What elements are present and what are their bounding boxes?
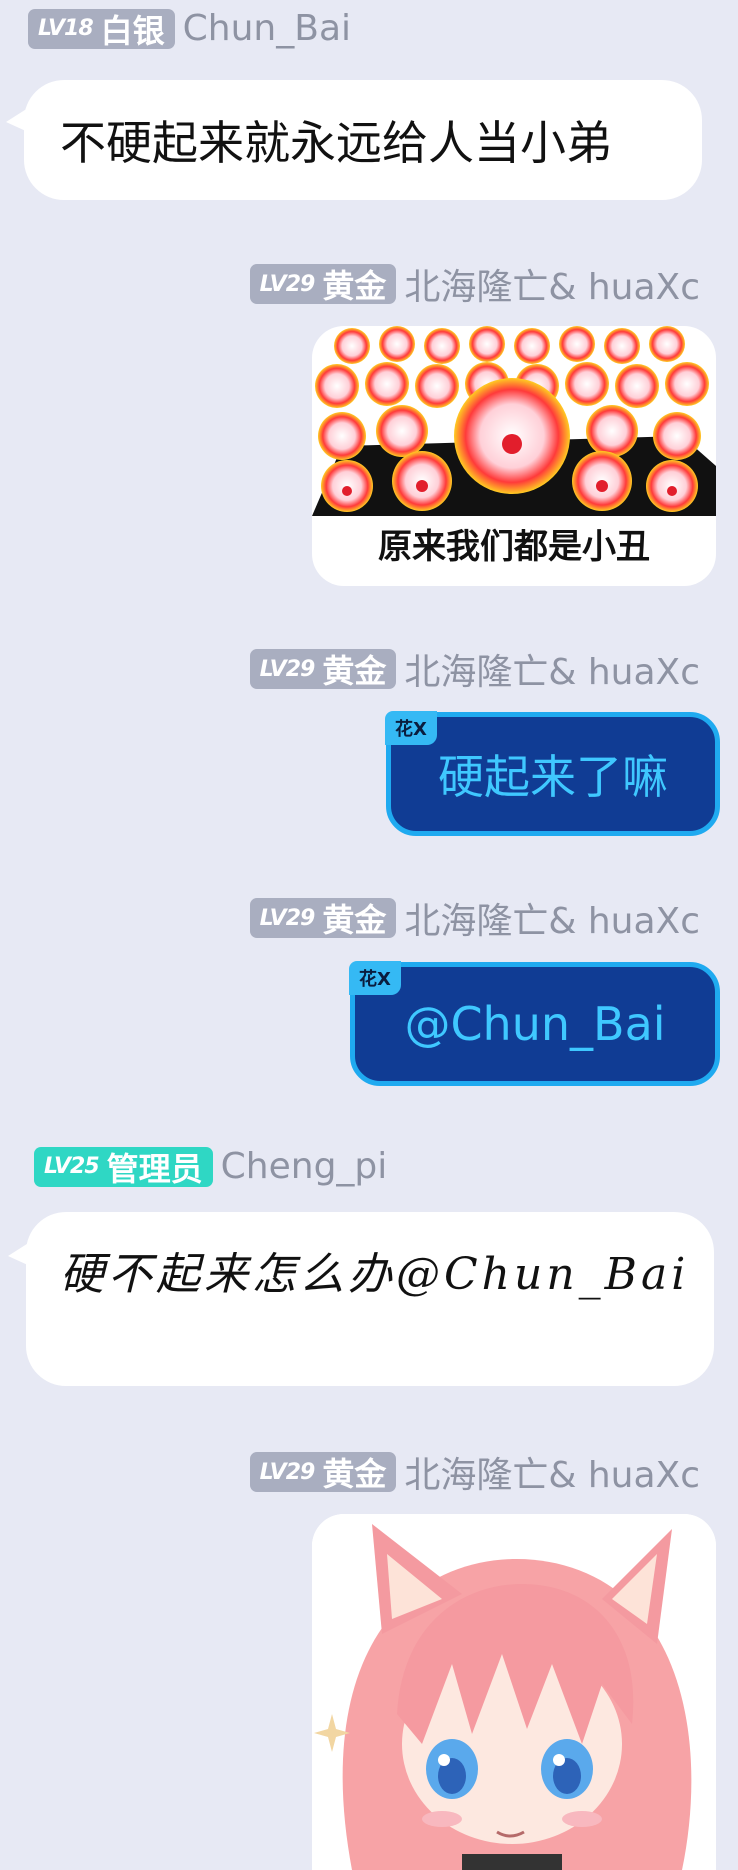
anime-girl-illustration — [312, 1514, 716, 1870]
message-header: LV29 黄金 北海隆亡& huaXc — [249, 643, 700, 695]
bubble-tail — [6, 108, 28, 132]
clown-sticker[interactable]: 原来我们都是小丑 — [312, 326, 716, 586]
message-bubble-blue[interactable]: 花X 硬起来了嘛 — [385, 711, 720, 836]
level-badge: LV18 白银 — [28, 8, 175, 50]
username[interactable]: 北海隆亡& huaXc — [404, 892, 700, 944]
message-header: LV25 管理员 Cheng_pi — [34, 1146, 388, 1188]
clown-faces-image: 原来我们都是小丑 — [312, 326, 716, 567]
level-badge: LV29 黄金 — [249, 264, 397, 305]
message-text: 硬不起来怎么办@Chun_Bai — [60, 1249, 690, 1300]
bubble-tag: 花X — [385, 711, 437, 745]
sticker-caption: 原来我们都是小丑 — [378, 527, 650, 567]
username[interactable]: 北海隆亡& huaXc — [404, 258, 700, 310]
bubble-tag: 花X — [349, 961, 401, 995]
level-badge: LV29 黄金 — [249, 898, 397, 939]
message-text: @Chun_Bai — [404, 997, 666, 1051]
anime-girl-image[interactable] — [312, 1514, 716, 1870]
bubble-tail — [8, 1242, 30, 1266]
level-badge: LV29 黄金 — [249, 649, 397, 690]
message-text: 不硬起来就永远给人当小弟 — [60, 116, 612, 170]
message-bubble[interactable]: 不硬起来就永远给人当小弟 — [6, 80, 702, 200]
message-header: LV29 黄金 北海隆亡& huaXc — [249, 258, 700, 310]
username[interactable]: 北海隆亡& huaXc — [404, 643, 700, 695]
message-bubble[interactable]: 硬不起来怎么办@Chun_Bai — [8, 1212, 714, 1386]
username[interactable]: 北海隆亡& huaXc — [404, 1446, 700, 1498]
message-bubble-blue[interactable]: 花X @Chun_Bai — [349, 961, 720, 1086]
username[interactable]: Cheng_pi — [221, 1146, 388, 1187]
message-header: LV29 黄金 北海隆亡& huaXc — [249, 892, 700, 944]
level-badge: LV25 管理员 — [34, 1146, 213, 1188]
level-badge: LV29 黄金 — [249, 1452, 397, 1493]
message-header: LV18 白银 Chun_Bai — [28, 8, 351, 50]
username[interactable]: Chun_Bai — [183, 8, 351, 49]
message-text: 硬起来了嘛 — [438, 750, 668, 804]
message-header: LV29 黄金 北海隆亡& huaXc — [249, 1446, 700, 1498]
